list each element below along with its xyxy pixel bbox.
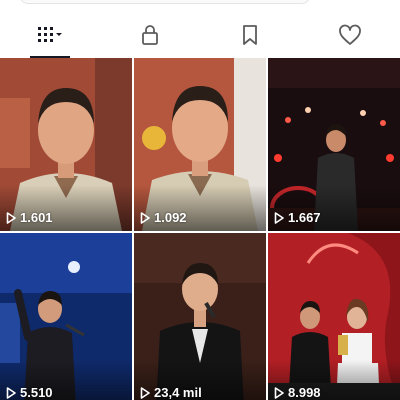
play-icon [6,211,16,224]
bookmark-icon [241,24,259,46]
profile-tab-bar [0,12,400,58]
lock-icon [140,24,160,46]
view-count-value: 1.092 [154,210,187,225]
play-icon [140,386,150,399]
view-count: 1.601 [6,210,53,225]
play-icon [274,211,284,224]
tab-videos[interactable] [0,12,100,58]
tab-favorites[interactable] [200,12,300,58]
play-icon [6,386,16,399]
view-count-value: 1.601 [20,210,53,225]
view-count-value: 5.510 [20,385,53,400]
heart-icon [338,24,362,46]
view-count: 8.998 [274,385,321,400]
view-count-value: 23,4 mil [154,385,202,400]
search-bar-edge[interactable] [20,0,310,4]
view-count-value: 8.998 [288,385,321,400]
view-count: 23,4 mil [140,385,202,400]
tab-private[interactable] [100,12,200,58]
video-tile[interactable]: 5.510 [0,233,132,400]
play-icon [274,386,284,399]
video-grid: 1.601 1.092 1.667 5.510 23,4 mil 8.998 [0,58,400,400]
view-count: 5.510 [6,385,53,400]
video-tile[interactable]: 23,4 mil [134,233,266,400]
top-strip [0,0,400,8]
play-icon [140,211,150,224]
video-tile[interactable]: 1.601 [0,58,132,231]
view-count: 1.667 [274,210,321,225]
view-count: 1.092 [140,210,187,225]
view-count-value: 1.667 [288,210,321,225]
tab-liked[interactable] [300,12,400,58]
video-tile[interactable]: 1.092 [134,58,266,231]
grid-dropdown-icon [35,25,65,45]
video-tile[interactable]: 1.667 [268,58,400,231]
video-tile[interactable]: 8.998 [268,233,400,400]
